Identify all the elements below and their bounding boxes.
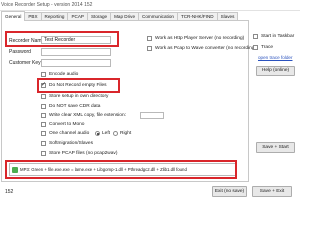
start-in-taskbar-checkbox[interactable] (253, 34, 258, 39)
http-player-option[interactable]: Work as Http Player Server (no recording… (147, 36, 244, 41)
do-not-record-highlight (37, 78, 120, 93)
http-player-checkbox[interactable] (147, 36, 152, 41)
left-label: Left (102, 131, 111, 136)
do-not-save-cdr-label: Do NOT save CDR data (49, 104, 101, 109)
title-bar: Voice Recorder Setup - version 2014 152 (0, 0, 300, 11)
trace-checkbox[interactable] (253, 45, 258, 50)
left-channel-option[interactable]: Left (95, 131, 110, 136)
start-in-taskbar-label: Start in Taskbar (261, 34, 295, 39)
help-online-button[interactable]: Help (online) (256, 66, 295, 76)
store-setup-checkbox[interactable] (41, 94, 46, 99)
left-radio[interactable] (95, 131, 100, 136)
write-clear-xml-label: Write clear XML copy, file extension: (49, 113, 126, 118)
store-pcap-option[interactable]: Store PCAP files (no pcap2wav) (41, 151, 117, 156)
tab-general[interactable]: General (1, 11, 26, 21)
store-pcap-label: Store PCAP files (no pcap2wav) (49, 151, 118, 156)
write-clear-xml-checkbox[interactable] (41, 113, 46, 118)
one-channel-checkbox[interactable] (41, 131, 46, 136)
encode-audio-label: Encode audio (49, 72, 79, 77)
store-setup-option[interactable]: Store setup in own directory (41, 94, 108, 99)
right-channel-option[interactable]: Right (113, 131, 131, 136)
softmigration-option[interactable]: Softmigration/Slaves (41, 141, 93, 146)
mp3-status-highlight (5, 160, 237, 179)
convert-mono-checkbox[interactable] (41, 122, 46, 127)
xml-extension-input[interactable] (140, 112, 164, 119)
customer-key-label: Customer Key (9, 60, 41, 66)
encode-audio-checkbox[interactable] (41, 72, 46, 77)
pcap-to-wave-checkbox[interactable] (147, 46, 152, 51)
one-channel-option[interactable]: One channel audio (41, 131, 89, 136)
window-title: Voice Recorder Setup - version 2014 152 (1, 2, 93, 8)
write-clear-xml-option[interactable]: Write clear XML copy, file extension: (41, 113, 126, 118)
pcap-to-wave-option[interactable]: Work as Pcap to Wave converter (no recor… (147, 46, 256, 51)
encode-audio-option[interactable]: Encode audio (41, 72, 78, 77)
right-radio[interactable] (113, 131, 118, 136)
http-player-label: Work as Http Player Server (no recording… (155, 36, 245, 41)
do-not-save-cdr-checkbox[interactable] (41, 104, 46, 109)
version-label: 152 (5, 189, 14, 195)
pcap-to-wave-label: Work as Pcap to Wave converter (no recor… (155, 46, 257, 51)
store-setup-label: Store setup in own directory (49, 94, 109, 99)
save-start-button[interactable]: Save + Start (256, 142, 295, 153)
do-not-save-cdr-option[interactable]: Do NOT save CDR data (41, 104, 100, 109)
trace-label: Trace (261, 45, 274, 50)
softmigration-label: Softmigration/Slaves (49, 141, 93, 146)
convert-mono-label: Convert to Mono (49, 122, 85, 127)
start-in-taskbar-option[interactable]: Start in Taskbar (253, 34, 294, 39)
store-pcap-checkbox[interactable] (41, 151, 46, 156)
save-exit-button[interactable]: Save + Exit (252, 186, 292, 197)
convert-mono-option[interactable]: Convert to Mono (41, 122, 84, 127)
customer-key-input[interactable] (41, 59, 111, 67)
exit-no-save-button[interactable]: Exit (no save) (212, 186, 247, 197)
trace-option[interactable]: Trace (253, 45, 273, 50)
one-channel-label: One channel audio (49, 131, 90, 136)
password-input[interactable] (41, 48, 111, 56)
softmigration-checkbox[interactable] (41, 141, 46, 146)
password-label: Password (9, 49, 31, 55)
open-trace-folder-link[interactable]: open trace folder (258, 55, 292, 60)
right-label: Right (120, 131, 132, 136)
recorder-name-highlight (5, 31, 119, 47)
